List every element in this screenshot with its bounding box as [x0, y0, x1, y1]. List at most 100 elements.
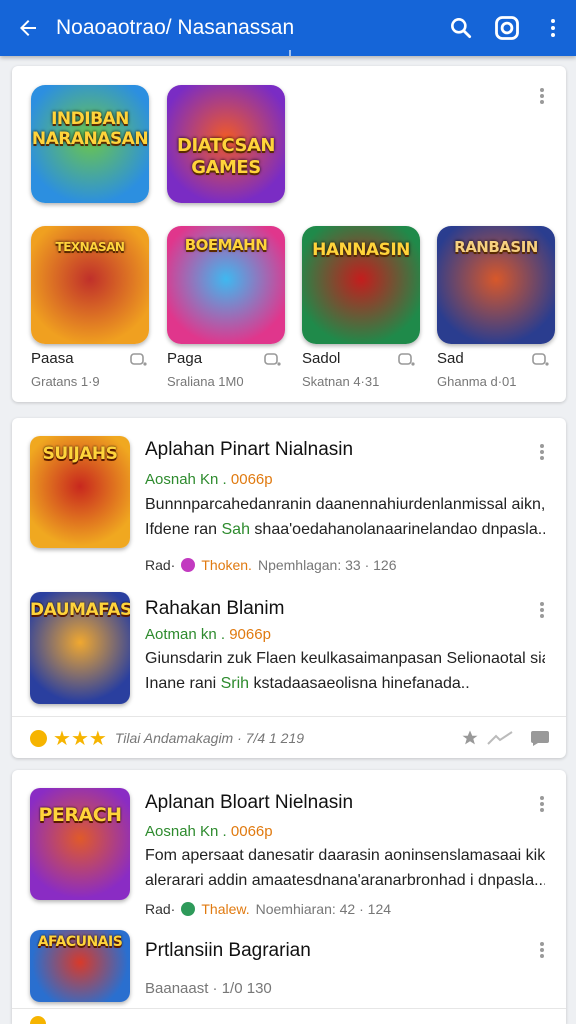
game-tile[interactable]: RANBASIN: [437, 226, 555, 344]
tile-art-text: TEXNASAN: [55, 240, 125, 254]
description-text: shaa'oedahanolanaarinelandao dnpasla...: [249, 521, 545, 538]
game-footer: Rad· Thalew. Noemhiaran: 42 · 124: [145, 901, 391, 917]
game-meta: Aotman kn . 9066p: [145, 626, 271, 643]
badge-icon: [181, 558, 196, 572]
game-tile[interactable]: BOEMAHN: [167, 226, 285, 344]
card-menu-button[interactable]: [532, 84, 552, 108]
tile-subtitle: Gratans 1·9: [31, 374, 100, 389]
game-thumbnail[interactable]: AFACUNAIS: [30, 930, 130, 1002]
description-highlight: Srih: [220, 675, 250, 692]
chat-icon[interactable]: [532, 353, 550, 367]
tile-name[interactable]: Sadol: [302, 350, 340, 367]
coin-icon: [30, 729, 47, 747]
meta-size: 0066p: [230, 823, 273, 840]
coin-icon: [30, 1016, 46, 1024]
chat-icon[interactable]: [264, 353, 282, 367]
camera-icon: [495, 16, 519, 40]
search-button[interactable]: [438, 0, 484, 56]
thumbnail-art-text: PERACH: [38, 804, 122, 826]
meta-size: 9066p: [229, 626, 271, 643]
tile-name[interactable]: Sad: [437, 350, 464, 367]
footer-label: Rad·: [145, 557, 176, 573]
arrow-left-icon: [20, 20, 36, 36]
tile-subtitle: Sraliana 1M0: [167, 374, 244, 389]
meta-publisher: Aosnah Kn .: [145, 823, 227, 840]
star-outline-icon[interactable]: [460, 729, 480, 747]
more-vert-icon: [540, 948, 544, 952]
description-line: Inane rani Srih kstadaasaeolisna hinefan…: [145, 671, 545, 696]
more-vert-icon: [540, 802, 544, 806]
more-vert-icon: [540, 94, 544, 98]
game-description: Fom apersaat danesatir daarasin aoninsen…: [145, 843, 545, 893]
chat-icon[interactable]: [130, 353, 148, 367]
game-tile[interactable]: DIATCSAN GAMES: [167, 85, 285, 203]
game-tile[interactable]: INDIBAN NARANASAN: [31, 85, 149, 203]
trend-icon: [487, 731, 513, 745]
tile-art-text: RANBASIN: [454, 238, 538, 256]
game-tile[interactable]: TEXNASAN: [31, 226, 149, 344]
more-vert-icon: [540, 450, 544, 454]
game-tile[interactable]: HANNASIN: [302, 226, 420, 344]
chat-icon[interactable]: [398, 353, 416, 367]
game-thumbnail[interactable]: DAUMAFASM: [30, 592, 130, 704]
comment-icon[interactable]: [530, 729, 550, 747]
search-icon: [451, 18, 472, 39]
star-icon: ★: [53, 727, 71, 750]
description-text: kstadaasaeolisna hinefanada..: [249, 675, 470, 692]
more-vert-icon: [551, 19, 555, 37]
description-line: Fom apersaat danesatir daarasin aoninsen…: [145, 847, 545, 864]
overflow-menu-button[interactable]: [530, 0, 576, 56]
game-title[interactable]: Rahakan Blanim: [145, 598, 284, 620]
game-title[interactable]: Prtlansiin Bagrarian: [145, 940, 311, 962]
game-description: Giunsdarin zuk Flaen keulkasaimanpasan S…: [145, 646, 545, 696]
row-menu-button[interactable]: [532, 598, 552, 622]
featured-card: INDIBAN NARANASAN DIATCSAN GAMES TEXNASA…: [12, 66, 566, 402]
rating-row: ★★★ Tilai Andamakagim · 7/4 1 219: [12, 718, 566, 758]
page-title: Noaoaotrao/ Nasanassan: [56, 16, 295, 39]
thumbnail-art-text: DAUMAFASM: [30, 600, 130, 620]
game-title[interactable]: Aplahan Pinart Nialnasin: [145, 439, 353, 461]
description-line: Giunsdarin zuk Flaen keulkasaimanpasan S…: [145, 650, 545, 667]
game-thumbnail[interactable]: PERACH: [30, 788, 130, 900]
description-text: Ifdene ran: [145, 521, 222, 538]
game-subtitle: Baanaast · 1/0 130: [145, 980, 272, 997]
tile-art-text: HANNASIN: [312, 240, 410, 260]
thumbnail-art-text: AFACUNAIS: [37, 934, 123, 950]
game-title[interactable]: Aplanan Bloart Nielnasin: [145, 792, 353, 814]
row-menu-button[interactable]: [532, 440, 552, 464]
game-list-card: PERACH Aplanan Bloart Nielnasin Aosnah K…: [12, 770, 566, 1024]
divider: [12, 716, 566, 717]
game-list-card: SUIJAHS Aplahan Pinart Nialnasin Aosnah …: [12, 418, 566, 758]
footer-stats: Npemhlagan: 33 · 126: [257, 557, 397, 573]
footer-tag[interactable]: Thalew.: [201, 901, 249, 917]
badge-icon: [181, 902, 196, 916]
star-icon: ★: [88, 727, 107, 750]
game-description: Bunnnparcahedanranin daanennahiurdenlanm…: [145, 492, 545, 542]
description-line: Bunnnparcahedanranin daanennahiurdenlanm…: [145, 496, 545, 513]
game-footer: Rad· Thoken. Npemhlagan: 33 · 126: [145, 557, 397, 573]
tile-name[interactable]: Paga: [167, 350, 202, 367]
rating-text: Tilai Andamakagim · 7/4 1 219: [114, 730, 305, 746]
camera-button[interactable]: [484, 0, 530, 56]
game-meta: Aosnah Kn . 0066p: [145, 471, 273, 488]
tab-indicator: [289, 50, 291, 56]
divider: [12, 1008, 566, 1009]
meta-publisher: Aosnah Kn .: [145, 471, 227, 488]
description-line: Ifdene ran Sah shaa'oedahanolanaarinelan…: [145, 517, 545, 542]
game-thumbnail[interactable]: SUIJAHS: [30, 436, 130, 548]
tile-subtitle: Skatnan 4·31: [302, 374, 380, 389]
back-button[interactable]: [0, 0, 56, 56]
star-icon: ★: [70, 727, 89, 750]
meta-size: 0066p: [230, 471, 273, 488]
tile-art-text: DIATCSAN GAMES: [177, 135, 275, 178]
description-line: alerarari addin amaatesdnana'aranarbronh…: [145, 872, 545, 889]
rating-stars[interactable]: ★★★: [53, 726, 107, 751]
more-vert-icon: [540, 608, 544, 612]
row-menu-button[interactable]: [532, 792, 552, 816]
game-meta: Aosnah Kn . 0066p: [145, 823, 273, 840]
meta-publisher: Aotman kn .: [145, 626, 226, 643]
row-menu-button[interactable]: [532, 938, 552, 962]
tile-name[interactable]: Paasa: [31, 350, 74, 367]
footer-tag[interactable]: Thoken.: [201, 557, 252, 573]
description-text: Inane rani: [145, 675, 221, 692]
